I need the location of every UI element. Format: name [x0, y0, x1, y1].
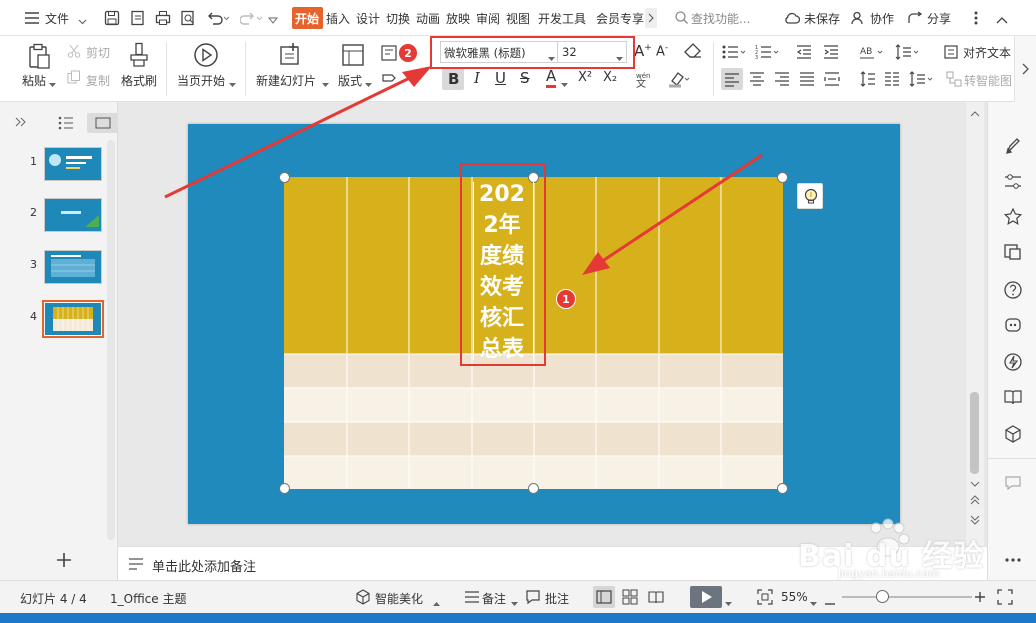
annotation-badge-1: 1	[556, 289, 576, 309]
watermark-url: jingyan.baidu.com	[838, 567, 940, 580]
baidu-watermark: Bai du 经验 jingyan.baidu.com	[798, 515, 983, 583]
annotation-badge-2: 2	[398, 43, 418, 63]
